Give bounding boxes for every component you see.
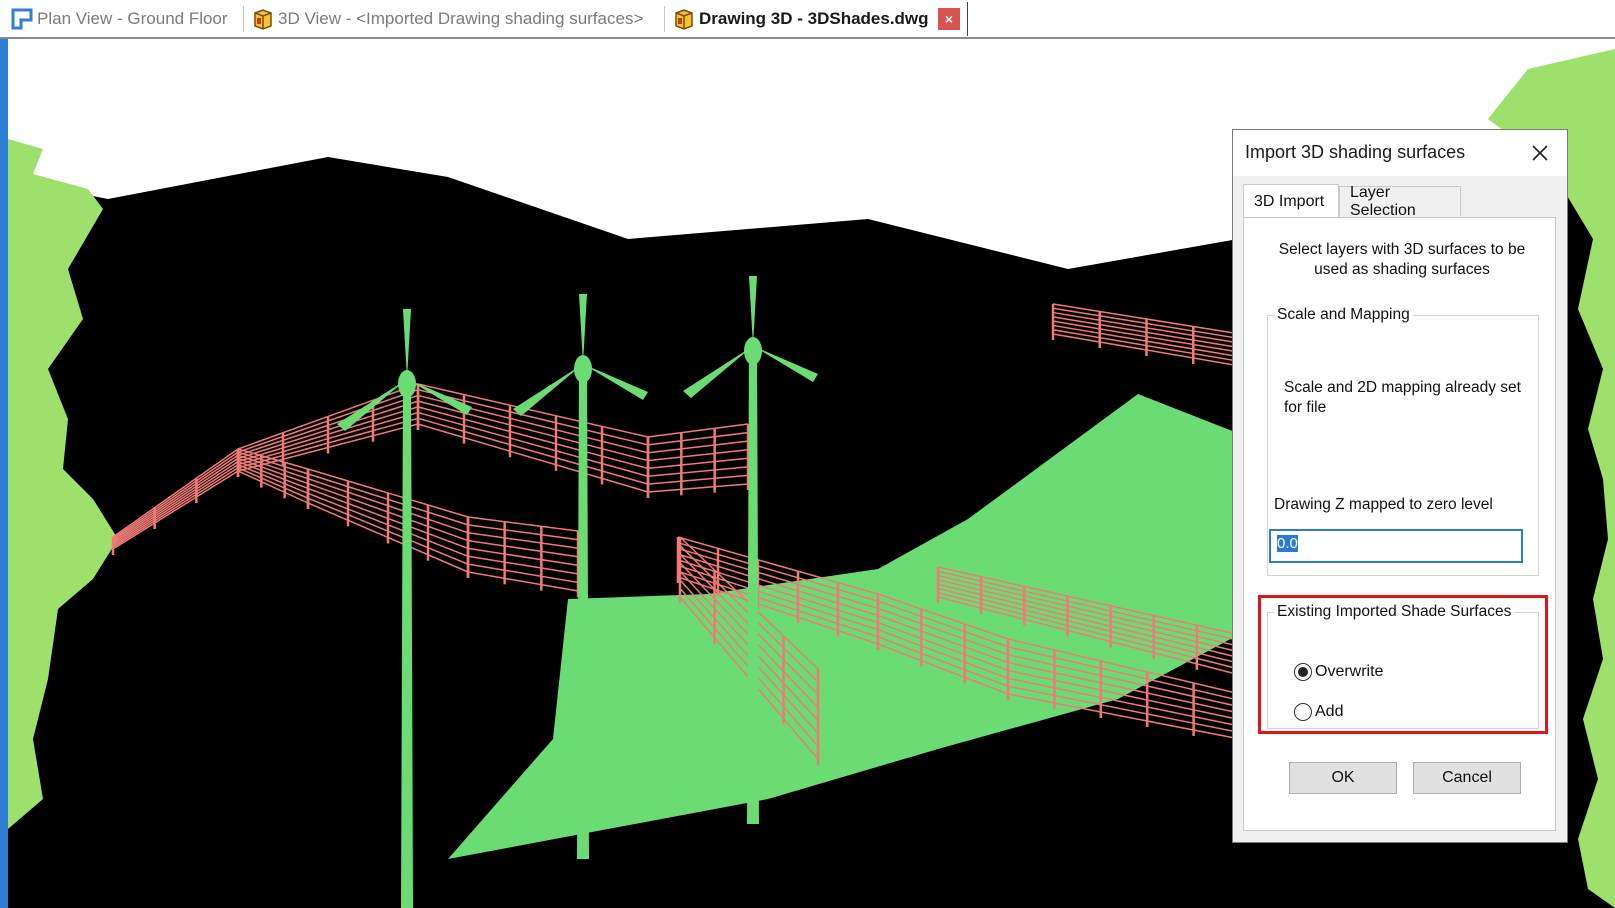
instructions-text: Select layers with 3D surfaces to be use… — [1278, 241, 1526, 278]
tab-page-3d-import: Select layers with 3D surfaces to be use… — [1243, 217, 1556, 831]
overwrite-radio[interactable]: Overwrite — [1294, 663, 1383, 681]
zmap-label: Drawing Z mapped to zero level — [1274, 496, 1493, 513]
ok-button[interactable]: OK — [1289, 762, 1397, 794]
drawing-3d-icon — [675, 9, 693, 30]
zmap-input[interactable]: 0.0 — [1269, 529, 1523, 563]
import-3d-shading-dialog: Import 3D shading surfaces 3D Import Lay… — [1232, 129, 1568, 843]
tab-layer-selection[interactable]: Layer Selection — [1339, 184, 1461, 219]
tab-plan-view[interactable]: Plan View - Ground Floor — [10, 4, 228, 34]
zmap-value: 0.0 — [1277, 535, 1298, 552]
plan-view-icon — [11, 8, 33, 30]
radio-dot — [1298, 667, 1308, 677]
tab-label: 3D View - <Imported Drawing shading surf… — [278, 9, 644, 28]
dialog-title: Import 3D shading surfaces — [1245, 142, 1466, 162]
scale-info-text: Scale and 2D mapping already set for fil… — [1284, 379, 1521, 416]
tab-divider — [243, 6, 244, 32]
group-title: Existing Imported Shade Surfaces — [1277, 603, 1512, 620]
tab-label: Plan View - Ground Floor — [37, 9, 228, 28]
overwrite-label: Overwrite — [1315, 663, 1384, 680]
existing-surfaces-group: Existing Imported Shade Surfaces Overwri… — [1267, 603, 1539, 729]
close-icon[interactable] — [1529, 142, 1551, 164]
tab-divider — [664, 6, 665, 32]
document-tab-bar: Plan View - Ground Floor 3D View - <Impo… — [0, 0, 1615, 39]
tab-drawing-3d[interactable]: Drawing 3D - 3DShades.dwg — [672, 4, 929, 34]
tab-label: Drawing 3D - 3DShades.dwg — [699, 9, 929, 28]
window-edge — [0, 39, 8, 908]
cancel-button[interactable]: Cancel — [1413, 762, 1521, 794]
tab-3d-import[interactable]: 3D Import — [1243, 184, 1339, 218]
tab-3d-view[interactable]: 3D View - <Imported Drawing shading surf… — [251, 4, 643, 34]
close-tab-button[interactable]: × — [938, 8, 960, 30]
add-label: Add — [1315, 703, 1344, 720]
tab-divider — [967, 2, 968, 36]
group-title: Scale and Mapping — [1277, 306, 1410, 323]
radio-button[interactable] — [1294, 703, 1312, 721]
3d-view-icon — [254, 9, 272, 30]
radio-button[interactable] — [1294, 663, 1312, 681]
add-radio[interactable]: Add — [1294, 703, 1343, 721]
